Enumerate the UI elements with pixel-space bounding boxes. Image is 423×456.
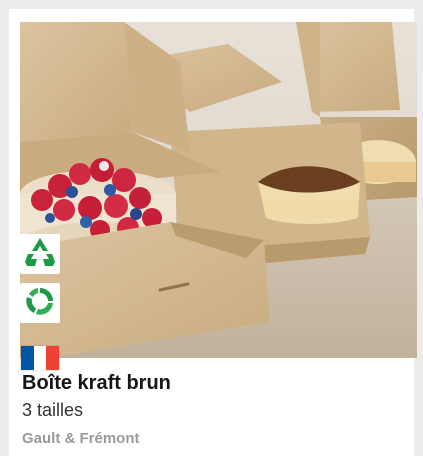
product-sizes: 3 tailles	[22, 400, 84, 420]
recycle-badge	[20, 234, 60, 274]
product-card[interactable]: Boîte kraft brun 3 tailles Gault & Frémo…	[9, 9, 417, 456]
product-image[interactable]	[20, 22, 417, 358]
product-brand: Gault & Frémont	[22, 430, 140, 447]
flag-red-stripe	[46, 346, 60, 370]
recycle-icon	[24, 236, 56, 273]
product-title[interactable]: Boîte kraft brun	[22, 372, 171, 395]
france-flag-icon	[21, 346, 60, 370]
compostable-icon	[24, 285, 56, 322]
flag-blue-stripe	[21, 346, 34, 370]
flag-white-stripe	[33, 346, 47, 370]
compostable-badge	[20, 283, 60, 323]
